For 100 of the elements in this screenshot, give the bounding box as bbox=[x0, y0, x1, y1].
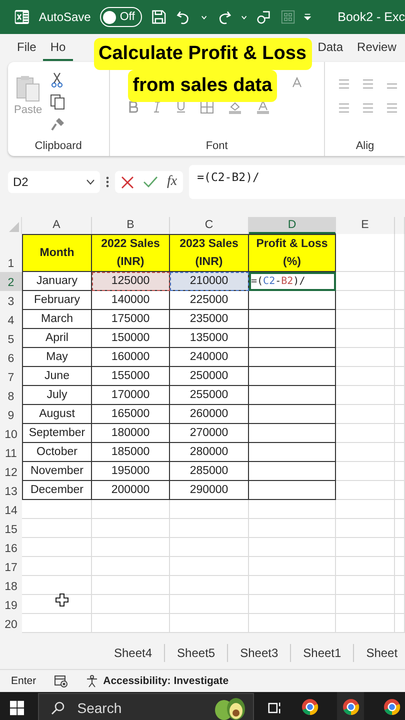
table-cell bbox=[395, 595, 405, 614]
column-header[interactable]: D bbox=[249, 217, 336, 234]
group-label: Font bbox=[204, 140, 229, 152]
row-header[interactable]: 3 bbox=[0, 291, 22, 310]
sheet-tab[interactable]: Sheet5 bbox=[165, 644, 228, 662]
table-cell bbox=[336, 310, 395, 329]
fill-color-icon[interactable] bbox=[228, 100, 242, 114]
table-cell: January bbox=[22, 272, 92, 291]
row-header[interactable]: 19 bbox=[0, 595, 22, 614]
row-header[interactable]: 2 bbox=[0, 272, 22, 291]
ribbon-tab[interactable]: Data bbox=[310, 35, 350, 61]
table-cell bbox=[395, 462, 405, 481]
sheet-tab[interactable]: Sheet3 bbox=[228, 644, 292, 662]
borders-icon[interactable] bbox=[200, 100, 214, 114]
table-cell: 290000 bbox=[170, 481, 249, 500]
row-header[interactable]: 11 bbox=[0, 443, 22, 462]
table-cell: Month bbox=[22, 234, 92, 272]
row-header[interactable]: 20 bbox=[0, 614, 22, 633]
table-cell bbox=[336, 386, 395, 405]
font-color-icon[interactable] bbox=[256, 100, 270, 114]
table-cell bbox=[336, 538, 395, 557]
row-header[interactable]: 1 bbox=[0, 234, 22, 272]
windows-start-icon[interactable] bbox=[10, 700, 24, 716]
table-cell bbox=[395, 576, 405, 595]
row-header[interactable]: 17 bbox=[0, 557, 22, 576]
customize-caret-icon[interactable] bbox=[304, 13, 311, 21]
underline-icon[interactable] bbox=[176, 101, 186, 113]
table-cell bbox=[336, 424, 395, 443]
table-cell: 175000 bbox=[92, 310, 170, 329]
table-cell bbox=[336, 481, 395, 500]
table-cell bbox=[336, 500, 395, 519]
table-cell: July bbox=[22, 386, 92, 405]
taskbar-search-field[interactable]: Search bbox=[38, 693, 254, 720]
row-header[interactable]: 12 bbox=[0, 462, 22, 481]
row-header[interactable]: 16 bbox=[0, 538, 22, 557]
row-header[interactable]: 7 bbox=[0, 367, 22, 386]
accessibility-button[interactable]: Accessibility: Investigate bbox=[86, 674, 229, 688]
bold-icon[interactable] bbox=[128, 101, 138, 113]
macro-record-icon[interactable] bbox=[54, 674, 68, 688]
group-label: Clipboard bbox=[34, 140, 83, 152]
accessibility-icon bbox=[86, 674, 100, 688]
table-cell: December bbox=[22, 481, 92, 500]
table-cell: 185000 bbox=[92, 443, 170, 462]
table-cell: 2023 Sales (INR) bbox=[170, 234, 249, 272]
table-cell: 210000 bbox=[170, 272, 249, 291]
copy-icon[interactable] bbox=[50, 94, 66, 110]
table-cell: 125000 bbox=[92, 272, 170, 291]
checkmark-icon[interactable] bbox=[143, 176, 158, 188]
table-cell: 170000 bbox=[92, 386, 170, 405]
table-cell: 200000 bbox=[92, 481, 170, 500]
table-cell bbox=[336, 234, 395, 272]
italic-icon[interactable] bbox=[152, 101, 162, 113]
shapes-icon[interactable] bbox=[256, 8, 272, 26]
excel-logo-icon[interactable] bbox=[14, 8, 30, 26]
table-cell bbox=[395, 500, 405, 519]
table-cell bbox=[395, 386, 405, 405]
row-header[interactable]: 6 bbox=[0, 348, 22, 367]
font-size-increase-icon[interactable] bbox=[292, 76, 304, 88]
table-cell: 165000 bbox=[92, 405, 170, 424]
row-header[interactable]: 4 bbox=[0, 310, 22, 329]
insert-function-button[interactable]: fx bbox=[167, 174, 178, 190]
sheet-tab[interactable]: Sheet1 bbox=[291, 644, 354, 662]
table-cell bbox=[395, 519, 405, 538]
caret-icon[interactable] bbox=[86, 179, 95, 185]
save-icon[interactable] bbox=[151, 8, 167, 26]
table-cell: 155000 bbox=[92, 367, 170, 386]
sheet-tab[interactable]: Sheet4 bbox=[102, 644, 166, 662]
table-cell bbox=[395, 481, 405, 500]
sheet-tab[interactable]: Sheet bbox=[354, 644, 405, 662]
scissors-icon[interactable] bbox=[50, 72, 64, 88]
browser-taskbar-button[interactable] bbox=[337, 692, 364, 720]
table-cell: March bbox=[22, 310, 92, 329]
more-icon[interactable] bbox=[106, 176, 109, 188]
mode-indicator: Enter bbox=[11, 675, 36, 687]
row-header[interactable]: 5 bbox=[0, 329, 22, 348]
autosave-toggle[interactable]: Off bbox=[100, 7, 142, 27]
table-cell: 280000 bbox=[170, 443, 249, 462]
table-cell bbox=[336, 614, 395, 633]
table-cell: 285000 bbox=[170, 462, 249, 481]
row-header[interactable]: 18 bbox=[0, 576, 22, 595]
ribbon-tab[interactable]: File bbox=[10, 35, 44, 61]
table-cell bbox=[395, 538, 405, 557]
table-cell bbox=[336, 519, 395, 538]
row-header[interactable]: 14 bbox=[0, 500, 22, 519]
ribbon-tab[interactable]: Review bbox=[350, 35, 398, 61]
table-cell bbox=[22, 614, 92, 633]
row-header[interactable]: 9 bbox=[0, 405, 22, 424]
row-header[interactable]: 13 bbox=[0, 481, 22, 500]
group-label: Alig bbox=[354, 140, 376, 152]
row-header[interactable]: 10 bbox=[0, 424, 22, 443]
name-box[interactable]: D2 bbox=[8, 171, 100, 193]
table-cell: 140000 bbox=[92, 291, 170, 310]
table-cell: =(C2-B2)/ bbox=[249, 272, 336, 291]
formula-field[interactable]: =(C2-B2)/ bbox=[189, 165, 405, 199]
table-cell: 255000 bbox=[170, 386, 249, 405]
row-header[interactable]: 15 bbox=[0, 519, 22, 538]
cancel-icon[interactable] bbox=[121, 176, 134, 188]
format-painter-icon[interactable] bbox=[50, 116, 66, 132]
row-header[interactable]: 8 bbox=[0, 386, 22, 405]
task-view-icon[interactable] bbox=[268, 700, 283, 716]
